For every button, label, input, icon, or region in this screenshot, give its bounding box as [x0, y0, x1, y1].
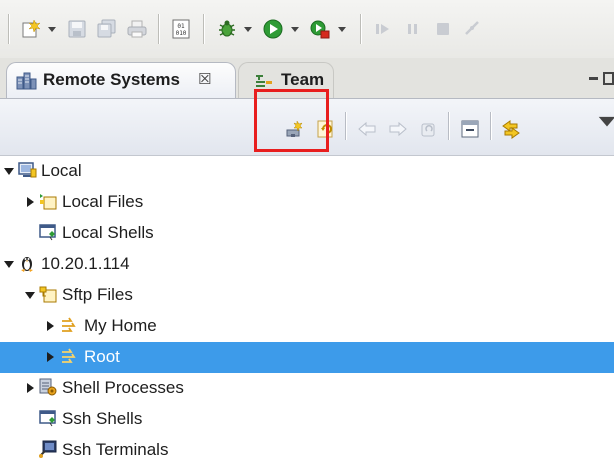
- highlight-box: [254, 89, 329, 152]
- minimize-maximize-icon[interactable]: [587, 70, 614, 88]
- toolbar-separator: [448, 112, 450, 140]
- disconnect-icon[interactable]: [462, 18, 484, 40]
- svg-text:01: 01: [177, 23, 185, 30]
- tab-label: Team: [281, 70, 325, 89]
- tree-item-label: Local Shells: [62, 223, 154, 242]
- svg-text:010: 010: [176, 30, 187, 37]
- toolbar-separator: [360, 14, 362, 44]
- chevron-down-icon[interactable]: [290, 24, 300, 34]
- resume-icon[interactable]: [372, 18, 394, 40]
- toolbar-separator: [490, 112, 492, 140]
- tab-label: Remote Systems: [43, 70, 181, 89]
- tree-item-root[interactable]: Root: [0, 342, 614, 373]
- collapse-all-icon[interactable]: [459, 118, 481, 140]
- expanded-arrow-icon[interactable]: [3, 165, 15, 177]
- up-icon[interactable]: [418, 118, 440, 140]
- close-icon[interactable]: ☒: [198, 70, 211, 88]
- tree-item-label: Shell Processes: [62, 378, 184, 397]
- toolbar-separator: [8, 14, 10, 44]
- tab-remote-systems[interactable]: Remote Systems ☒: [6, 62, 236, 98]
- shell-icon: [38, 408, 58, 428]
- tree-item-label: Ssh Terminals: [62, 440, 169, 459]
- tree-item-local-shells[interactable]: Local Shells: [0, 218, 614, 249]
- collapsed-arrow-icon[interactable]: [44, 320, 56, 332]
- run-icon[interactable]: [262, 18, 284, 40]
- terminal-icon: [38, 439, 58, 459]
- tree-item-sftp-files[interactable]: Sftp Files: [0, 280, 614, 311]
- remote-systems-tree: Local Local Files Local Shells 10.20.1.1…: [0, 156, 614, 463]
- external-tools-icon[interactable]: [309, 18, 331, 40]
- tree-item-label: 10.20.1.114: [41, 254, 130, 273]
- tree-item-label: My Home: [84, 316, 157, 335]
- chevron-down-icon[interactable]: [337, 24, 347, 34]
- print-icon[interactable]: [126, 18, 148, 40]
- linux-icon: [17, 253, 37, 273]
- toolbar-separator: [345, 112, 347, 140]
- suspend-icon[interactable]: [402, 18, 424, 40]
- tree-item-ssh-shells[interactable]: Ssh Shells: [0, 404, 614, 435]
- tree-item-label: Local: [41, 161, 82, 180]
- toolbar-separator: [158, 14, 160, 44]
- sftp-files-icon: [38, 284, 58, 304]
- debug-icon[interactable]: [216, 18, 238, 40]
- tree-item-shell-processes[interactable]: Shell Processes: [0, 373, 614, 404]
- collapsed-arrow-icon[interactable]: [44, 351, 56, 363]
- terminate-icon[interactable]: [432, 18, 454, 40]
- tree-item-label: Ssh Shells: [62, 409, 143, 428]
- save-icon[interactable]: [66, 18, 88, 40]
- chevron-down-icon[interactable]: [243, 24, 253, 34]
- processes-icon: [38, 377, 58, 397]
- link-with-editor-icon[interactable]: [500, 118, 522, 140]
- collapsed-arrow-icon[interactable]: [24, 196, 36, 208]
- forward-icon[interactable]: [387, 118, 409, 140]
- tree-item-label: Local Files: [62, 192, 144, 211]
- tree-item-label: Root: [84, 347, 120, 366]
- save-all-icon[interactable]: [96, 18, 118, 40]
- tree-item-local[interactable]: Local: [0, 156, 614, 187]
- expanded-arrow-icon[interactable]: [3, 258, 15, 270]
- tree-item-ssh-terminals[interactable]: Ssh Terminals: [0, 435, 614, 466]
- toolbar-separator: [203, 14, 205, 44]
- binary-icon[interactable]: 01 010: [170, 18, 192, 40]
- computer-icon: [17, 160, 37, 180]
- view-menu-icon[interactable]: [596, 110, 614, 127]
- tree-item-host[interactable]: 10.20.1.114: [0, 249, 614, 280]
- remote-systems-icon: [15, 69, 37, 91]
- back-icon[interactable]: [356, 118, 378, 140]
- expanded-arrow-icon[interactable]: [24, 289, 36, 301]
- local-files-icon: [38, 191, 58, 211]
- shell-icon: [38, 222, 58, 242]
- tree-item-my-home[interactable]: My Home: [0, 311, 614, 342]
- tree-item-local-files[interactable]: Local Files: [0, 187, 614, 218]
- filter-icon: [60, 346, 80, 366]
- filter-icon: [60, 315, 80, 335]
- collapsed-arrow-icon[interactable]: [24, 382, 36, 394]
- tree-item-label: Sftp Files: [62, 285, 133, 304]
- chevron-down-icon[interactable]: [47, 24, 57, 34]
- main-toolbar: 01 010: [0, 0, 614, 59]
- new-wizard-icon[interactable]: [20, 18, 42, 40]
